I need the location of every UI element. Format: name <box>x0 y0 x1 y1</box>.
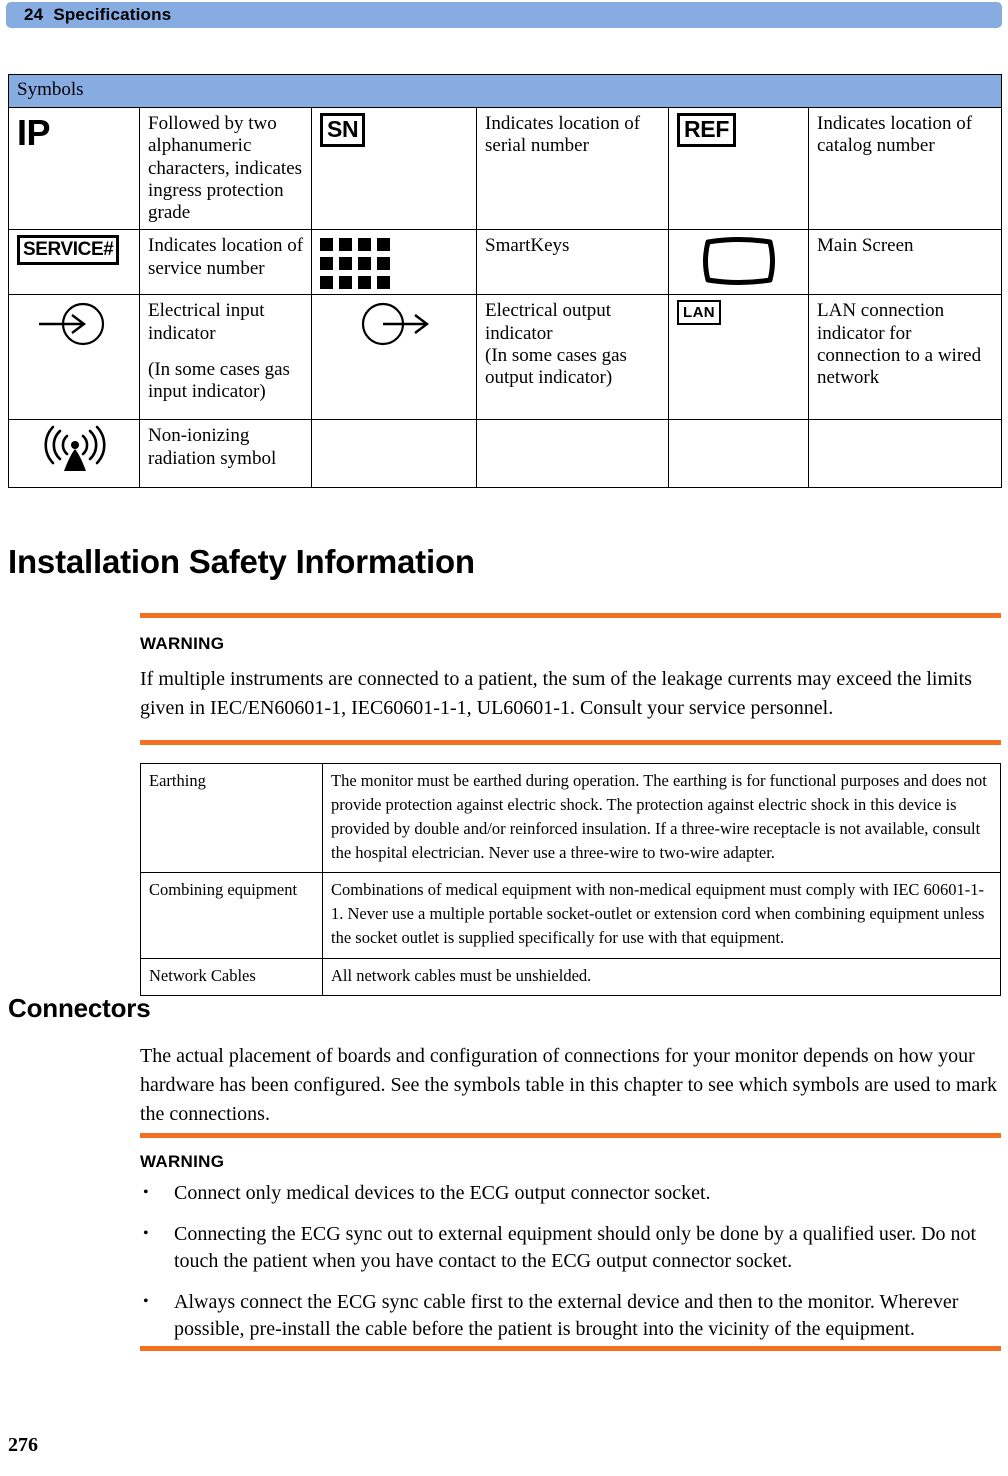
main-screen-glyph <box>703 237 775 286</box>
warning-label-connectors: WARNING <box>140 1152 225 1171</box>
catalog-number-symbol-text: REF <box>677 113 737 148</box>
symbols-table-caption: Symbols <box>8 73 1002 109</box>
page-title-installation-safety: Installation Safety Information <box>8 543 475 580</box>
table-row: Network Cables All network cables must b… <box>140 957 1001 996</box>
non-ionizing-radiation-icon <box>8 419 140 489</box>
electrical-output-description: Electrical output indicator (In some cas… <box>476 294 669 421</box>
empty-symbol-cell-2 <box>311 419 477 489</box>
table-row: Electrical input indicator (In some case… <box>8 294 1002 421</box>
serial-number-symbol-text: SN <box>320 113 366 148</box>
empty-description-cell-3 <box>808 419 1002 489</box>
list-item-text: Always connect the ECG sync cable first … <box>174 1290 959 1341</box>
catalog-number-symbol: REF <box>668 107 809 231</box>
electrical-output-description-main: Electrical output indicator <box>485 300 612 344</box>
bullet-marker-icon: • <box>143 1184 149 1201</box>
main-screen-icon <box>668 229 809 296</box>
serial-number-description: Indicates location of serial number <box>476 107 669 231</box>
empty-symbol-cell-3 <box>668 419 809 489</box>
list-item: • Always connect the ECG sync cable firs… <box>140 1289 1002 1344</box>
non-ionizing-radiation-description: Non-ionizing radiation symbol <box>139 419 312 489</box>
smartkeys-grid-glyph <box>320 238 390 290</box>
table-row: SERVICE# Indicates location of service n… <box>8 229 1002 296</box>
electrical-output-description-note: (In some cases gas output indicator) <box>485 344 627 388</box>
row-label-combining-equipment: Combining equipment <box>140 872 323 959</box>
electrical-input-icon <box>8 294 140 421</box>
empty-description-cell-2 <box>476 419 669 489</box>
chapter-title: Specifications <box>53 5 172 24</box>
symbols-table-header-row: Symbols <box>8 73 1002 109</box>
ip-rating-description: Followed by two alphanumeric characters,… <box>139 107 312 231</box>
list-item: • Connect only medical devices to the EC… <box>140 1180 1002 1208</box>
row-text-combining-equipment: Combinations of medical equipment with n… <box>322 872 1001 959</box>
warning-text-installation: If multiple instruments are connected to… <box>140 668 972 719</box>
smartkeys-grid-icon <box>311 229 477 296</box>
row-label-network-cables: Network Cables <box>140 957 323 996</box>
list-item-text: Connect only medical devices to the ECG … <box>174 1182 711 1204</box>
list-item-text: Connecting the ECG sync out to external … <box>174 1222 977 1273</box>
warning-rule-top-installation <box>140 613 1001 618</box>
installation-requirements-table: Earthing The monitor must be earthed dur… <box>140 762 1001 996</box>
symbols-table: Symbols IP Followed by two alphanumeric … <box>8 73 1002 489</box>
electrical-input-glyph <box>38 303 104 346</box>
catalog-number-description: Indicates location of catalog number <box>808 107 1002 231</box>
ip-rating-symbol: IP <box>8 107 140 231</box>
warning-rule-bottom-installation <box>140 740 1001 745</box>
warning-label-installation: WARNING <box>140 634 225 653</box>
serial-number-symbol: SN <box>311 107 477 231</box>
lan-connection-symbol: LAN <box>668 294 809 421</box>
table-row: IP Followed by two alphanumeric characte… <box>8 107 1002 231</box>
row-text-network-cables: All network cables must be unshielded. <box>322 957 1001 996</box>
service-number-description: Indicates location of service number <box>139 229 312 296</box>
chapter-header-bar: 24 Specifications <box>6 2 1002 28</box>
table-row: Combining equipment Combinations of medi… <box>140 872 1001 959</box>
smartkeys-description: SmartKeys <box>476 229 669 296</box>
electrical-output-glyph <box>361 303 429 346</box>
page-title-connectors: Connectors <box>8 993 151 1023</box>
non-ionizing-radiation-glyph <box>43 426 106 472</box>
chapter-number: 24 <box>24 5 44 24</box>
lan-connection-symbol-text: LAN <box>677 300 722 326</box>
table-row: Non-ionizing radiation symbol <box>8 419 1002 489</box>
connectors-intro-paragraph: The actual placement of boards and confi… <box>140 1045 997 1125</box>
electrical-input-description-note: (In some cases gas input indicator) <box>148 358 290 402</box>
electrical-input-description: Electrical input indicator (In some case… <box>139 294 312 421</box>
service-number-symbol: SERVICE# <box>8 229 140 296</box>
main-screen-description: Main Screen <box>808 229 1002 296</box>
page-number: 276 <box>8 1434 38 1456</box>
service-number-symbol-text: SERVICE# <box>17 235 120 266</box>
connectors-warning-bullet-list: • Connect only medical devices to the EC… <box>140 1180 1002 1357</box>
electrical-output-icon <box>311 294 477 421</box>
bullet-marker-icon: • <box>143 1292 149 1310</box>
warning-rule-bottom-connectors <box>140 1346 1001 1351</box>
bullet-marker-icon: • <box>143 1224 149 1242</box>
row-text-earthing: The monitor must be earthed during opera… <box>322 762 1001 874</box>
warning-rule-top-connectors <box>140 1133 1001 1138</box>
lan-connection-description: LAN connection indicator for connection … <box>808 294 1002 421</box>
list-item: • Connecting the ECG sync out to externa… <box>140 1221 1002 1276</box>
chapter-header-text: 24 Specifications <box>6 5 171 25</box>
table-row: Earthing The monitor must be earthed dur… <box>140 762 1001 874</box>
ip-rating-symbol-text: IP <box>17 112 51 154</box>
row-label-earthing: Earthing <box>140 762 323 874</box>
electrical-input-description-main: Electrical input indicator <box>148 300 265 344</box>
